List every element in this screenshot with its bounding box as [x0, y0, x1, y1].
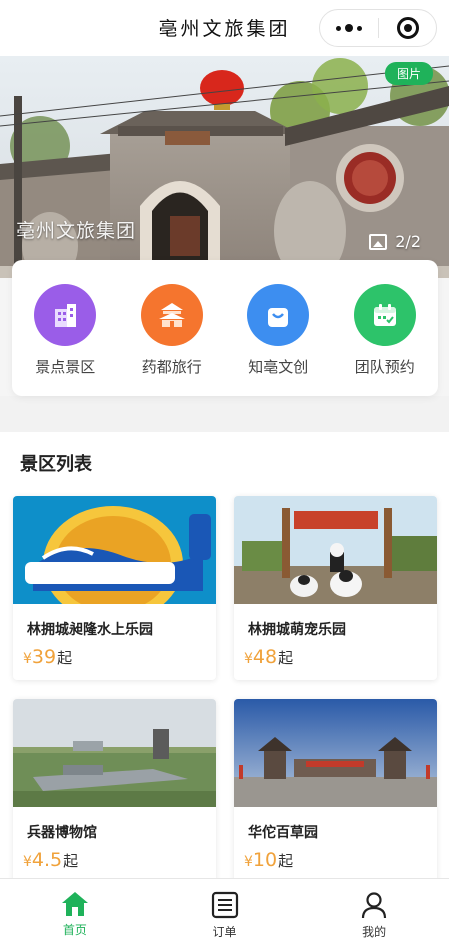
scenic-name: 林拥城昶隆水上乐园	[27, 622, 153, 638]
quick-nav-medicine-travel[interactable]: 药都旅行	[119, 260, 226, 396]
price-currency: ¥	[244, 854, 253, 870]
quick-nav-scenic-spots[interactable]: 景点景区	[12, 260, 119, 396]
temple-icon	[140, 284, 203, 346]
price-amount: 39	[31, 646, 57, 668]
price-currency: ¥	[23, 854, 32, 870]
price-amount: 4.5	[31, 849, 63, 871]
tab-label: 我的	[362, 925, 387, 939]
scenic-price: ¥10 起	[244, 849, 293, 871]
price-currency: ¥	[23, 651, 32, 667]
price-unit: 起	[278, 852, 294, 870]
building-icon	[34, 284, 97, 346]
order-list-icon	[211, 891, 238, 919]
mini-program-capsule	[319, 9, 437, 47]
price-amount: 48	[252, 646, 278, 668]
tab-label: 订单	[212, 925, 237, 939]
image-icon	[369, 233, 388, 250]
scenic-list-section: 景区列表 林拥城昶隆水上乐园 ¥39 起 林拥城萌宠乐园 ¥ 48 起 兵器博物…	[0, 432, 449, 883]
quick-nav-team-booking[interactable]: 团队预约	[332, 260, 439, 396]
price-unit: 起	[57, 649, 73, 667]
calendar-check-icon	[353, 284, 416, 346]
image-counter-text: 2/2	[395, 232, 421, 251]
page: 亳州文旅集团 图片 亳州文旅集团 2/2 景点景区 药都旅行 知亳文创 团队预约…	[0, 0, 449, 946]
more-dots-icon[interactable]	[320, 10, 378, 46]
nav-header: 亳州文旅集团	[0, 0, 449, 56]
shopping-bag-icon	[247, 284, 310, 346]
scenic-name: 兵器博物馆	[27, 825, 97, 841]
tab-mine[interactable]: 我的	[299, 879, 449, 946]
target-close-icon[interactable]	[379, 10, 436, 46]
section-spacer	[0, 396, 449, 432]
scenic-thumbnail	[13, 699, 216, 807]
scenic-price: ¥4.5 起	[23, 849, 78, 871]
quick-nav-card: 景点景区 药都旅行 知亳文创 团队预约	[12, 260, 438, 396]
quick-nav-label: 知亳文创	[248, 358, 309, 376]
quick-nav-cultural-products[interactable]: 知亳文创	[225, 260, 332, 396]
tab-home[interactable]: 首页	[0, 879, 150, 946]
tab-label: 首页	[62, 923, 87, 937]
scenic-thumbnail	[234, 699, 437, 807]
image-counter: 2/2	[369, 232, 421, 251]
hero-banner[interactable]: 图片 亳州文旅集团 2/2	[0, 56, 449, 278]
user-icon	[362, 892, 387, 919]
quick-nav-label: 景点景区	[35, 358, 96, 376]
quick-nav-label: 团队预约	[354, 358, 415, 376]
bottom-tab-bar: 首页 订单 我的	[0, 878, 449, 946]
home-icon	[61, 892, 88, 916]
scenic-thumbnail	[234, 496, 437, 604]
scenic-card[interactable]: 林拥城萌宠乐园 ¥48 起	[234, 496, 437, 680]
price-unit: 起	[63, 852, 79, 870]
scenic-name: 华佗百草园	[248, 825, 318, 841]
scenic-price: ¥48 起	[244, 646, 293, 668]
scenic-card[interactable]: 华佗百草园 ¥10 起	[234, 699, 437, 883]
quick-nav-label: 药都旅行	[141, 358, 202, 376]
scenic-thumbnail	[13, 496, 216, 604]
price-amount: 10	[252, 849, 278, 871]
scenic-name: 林拥城萌宠乐园	[248, 622, 346, 638]
scenic-card[interactable]: 兵器博物馆 ¥4.5 起	[13, 699, 216, 883]
price-currency: ¥	[244, 651, 253, 667]
scenic-price: ¥39 起	[23, 646, 72, 668]
banner-watermark: 亳州文旅集团	[16, 220, 137, 242]
price-unit: 起	[278, 649, 294, 667]
section-title: 景区列表	[20, 454, 92, 475]
image-badge: 图片	[384, 62, 433, 85]
tab-orders[interactable]: 订单	[150, 879, 300, 946]
scenic-card[interactable]: 林拥城昶隆水上乐园 ¥39 起	[13, 496, 216, 680]
